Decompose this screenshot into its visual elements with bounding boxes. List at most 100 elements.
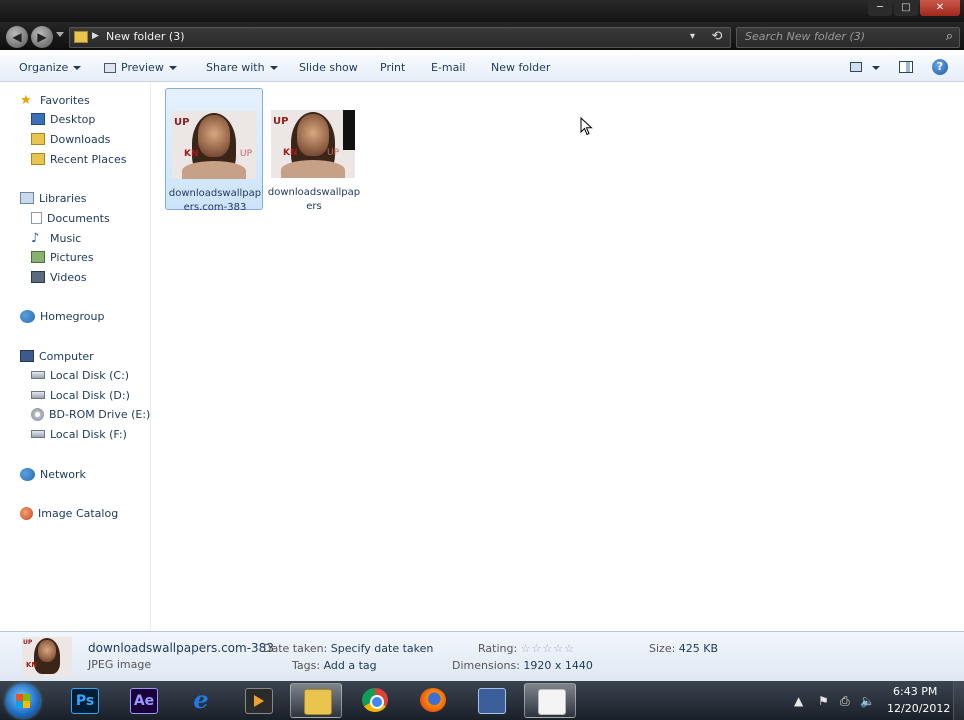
size-field: Size: 425 KB [649,642,718,655]
rating-stars[interactable]: ☆☆☆☆☆ [521,642,575,655]
nav-local-disk-d[interactable]: Local Disk (D:) [31,387,130,405]
nav-documents[interactable]: Documents [31,210,110,228]
refresh-icon[interactable]: ⟲ [708,29,726,45]
show-desktop-button[interactable] [953,681,964,720]
close-button[interactable]: ✕ [920,0,960,16]
folder-icon [304,689,332,715]
tags-label: Tags: [292,659,321,672]
thumbnail-text-up: UP [174,117,190,128]
thumbnail-shoulder [281,160,345,178]
file-list-area[interactable]: UP KN UP downloadswallpapers.com-383 UP … [151,82,964,630]
start-button[interactable] [6,684,40,718]
nav-computer[interactable]: Computer [20,348,94,366]
preview-icon [104,63,116,73]
network-tray-icon[interactable]: ⎙ [840,694,850,709]
nav-local-disk-c[interactable]: Local Disk (C:) [31,367,129,385]
title-bar: ─ □ ✕ [0,0,964,22]
thumbnail-text-up: UP [23,639,33,646]
window-controls: ─ □ ✕ [868,0,960,16]
print-button[interactable]: Print [380,61,405,74]
taskbar-internet-explorer[interactable]: e [175,683,227,718]
recent-places-icon [31,153,45,165]
breadcrumb-current-folder[interactable]: New folder (3) [106,30,185,43]
clock-time[interactable]: 6:43 PM [893,685,937,698]
nav-homegroup[interactable]: Homegroup [20,308,104,326]
nav-computer-label: Computer [39,350,94,363]
taskbar-after-effects[interactable]: Ae [117,683,169,718]
pictures-icon [31,251,45,263]
preview-button[interactable]: Preview [104,61,177,74]
image-thumbnail: UP KN UP [172,111,256,179]
details-pane: UP KN downloadswallpapers.com-383 JPEG i… [0,631,964,682]
action-center-flag-icon[interactable]: ⚑ [818,694,829,708]
nav-favorites-label: Favorites [40,94,90,107]
search-input[interactable]: Search New folder (3) ⌕ [736,27,960,48]
nav-local-disk-f-label: Local Disk (F:) [50,428,127,441]
taskbar-firefox[interactable] [407,683,459,718]
volume-icon[interactable]: 🔈 [860,694,875,708]
taskbar-windows-explorer[interactable] [290,683,342,718]
nav-downloads[interactable]: Downloads [31,131,110,149]
clock-date[interactable]: 12/20/2012 [887,702,950,715]
thumbnail-text-up: UP [273,116,289,127]
nav-local-disk-f[interactable]: Local Disk (F:) [31,426,127,444]
taskbar-app-window[interactable] [465,683,517,718]
chevron-down-icon [168,66,177,70]
email-button[interactable]: E-mail [431,61,466,74]
taskbar-chrome[interactable] [349,683,401,718]
thumbnail-text-kn: KN [184,149,199,159]
nav-libraries[interactable]: Libraries [20,190,87,208]
nav-videos[interactable]: Videos [31,269,87,287]
nav-pictures-label: Pictures [50,251,94,264]
size-value: 425 KB [678,642,719,655]
breadcrumb-separator[interactable]: ▶ [92,31,99,41]
back-button[interactable]: ◀ [6,26,28,48]
folder-icon [74,31,88,43]
tags-value[interactable]: Add a tag [324,659,377,672]
taskbar: Ps Ae e ▲ ⚑ ⎙ 🔈 6:43 PM 12/20/2012 [0,681,964,720]
nav-recent-places[interactable]: Recent Places [31,151,127,169]
image-catalog-icon [20,506,33,520]
taskbar-document[interactable] [524,683,576,718]
share-with-label: Share with [206,61,265,74]
thumbnail-dark-area [343,110,355,150]
show-hidden-icons-icon[interactable]: ▲ [794,694,803,708]
new-folder-button[interactable]: New folder [491,61,550,74]
address-box[interactable]: ▶ New folder (3) ▾ ⟲ [69,27,731,48]
nav-videos-label: Videos [50,271,87,284]
search-icon[interactable]: ⌕ [946,29,953,44]
address-dropdown-icon[interactable]: ▾ [690,31,695,42]
slide-show-button[interactable]: Slide show [299,61,358,74]
preview-pane-icon[interactable] [899,61,913,73]
chevron-down-icon [73,66,82,70]
nav-favorites[interactable]: ★ Favorites [20,92,90,110]
maximize-button[interactable]: □ [894,0,918,16]
nav-desktop[interactable]: Desktop [31,111,95,129]
nav-documents-label: Documents [47,212,110,225]
minimize-button[interactable]: ─ [868,0,892,16]
nav-libraries-label: Libraries [39,192,87,205]
nav-desktop-label: Desktop [50,113,96,126]
nav-music[interactable]: ♪ Music [31,230,81,248]
change-view-icon[interactable] [850,62,862,72]
nav-image-catalog[interactable]: Image Catalog [20,505,118,523]
nav-pictures[interactable]: Pictures [31,249,94,267]
share-with-button[interactable]: Share with [206,61,278,74]
date-taken-value[interactable]: Specify date taken [331,642,434,655]
nav-image-catalog-label: Image Catalog [38,507,119,520]
recent-pages-dropdown[interactable] [56,32,64,37]
file-item[interactable]: UP KN UP downloadswallpapers.com-383 [165,88,263,213]
nav-network[interactable]: Network [20,466,86,484]
taskbar-media-player[interactable] [232,683,284,718]
nav-bd-rom-drive[interactable]: BD-ROM Drive (E:) F [31,406,160,424]
view-options-chevron-icon[interactable] [872,66,880,70]
taskbar-photoshop[interactable]: Ps [58,683,110,718]
forward-button[interactable]: ▶ [31,26,53,48]
help-icon[interactable]: ? [932,59,948,75]
file-item[interactable]: UP KN UP downloadswallpapers [265,88,363,212]
desktop-icon [31,113,45,125]
windows-logo-icon [16,694,30,708]
organize-button[interactable]: Organize [19,61,82,74]
after-effects-icon: Ae [130,688,158,714]
star-icon: ★ [20,93,32,108]
